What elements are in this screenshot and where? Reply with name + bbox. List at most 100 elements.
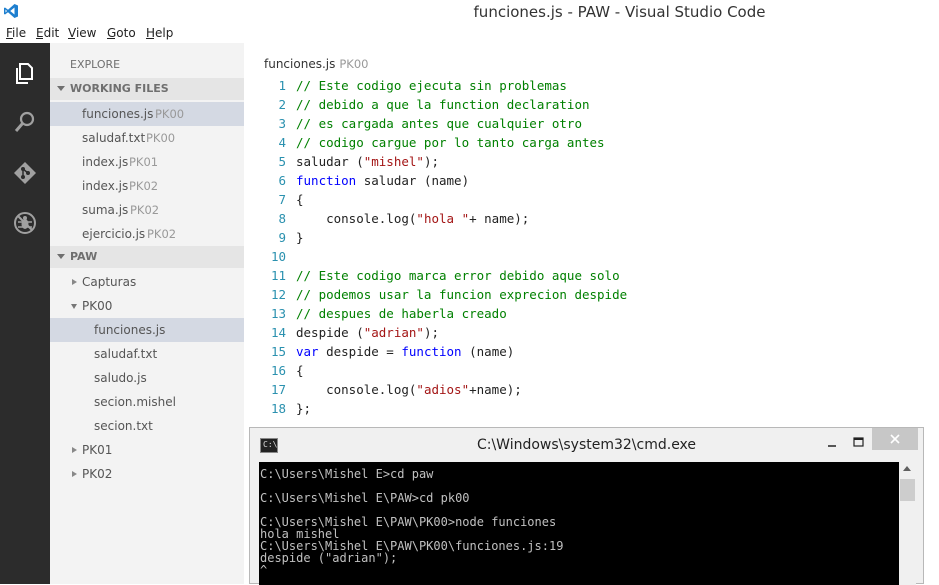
editor-file-title[interactable]: funciones.js PK00 <box>264 57 368 71</box>
line-text: function saludar (name) <box>296 173 470 188</box>
explorer-icon[interactable] <box>13 61 37 85</box>
line-text: console.log("adios"+name); <box>296 382 522 397</box>
working-file-tag: PK02 <box>130 203 160 217</box>
minimize-icon[interactable] <box>820 432 846 452</box>
maximize-icon[interactable] <box>846 432 872 452</box>
line-number: 4 <box>278 135 286 150</box>
code-line[interactable]: 2 // debido a que la function declaration <box>244 97 939 116</box>
code-line[interactable]: 17 console.log("adios"+name); <box>244 382 939 401</box>
explorer-sidebar: EXPLORE WORKING FILES funciones.js PK00 … <box>50 43 244 584</box>
code-line[interactable]: 11 // Este codigo marca error debido aque… <box>244 268 939 287</box>
file-name: secion.txt <box>94 419 153 433</box>
working-file-name: ejercicio.js <box>82 227 146 241</box>
code-line[interactable]: 13 // despues de haberla creado <box>244 306 939 325</box>
folder-name: PK00 <box>82 299 113 313</box>
line-text: // despues de haberla creado <box>296 306 507 321</box>
code-line[interactable]: 8 console.log("hola "+ name); <box>244 211 939 230</box>
working-file-name: suma.js <box>82 203 129 217</box>
close-button[interactable] <box>872 428 918 450</box>
chevron-right-icon <box>72 279 77 285</box>
cmd-window[interactable]: C:\ C:\Windows\system32\cmd.exe C:\Users… <box>249 427 924 585</box>
explore-heading: EXPLORE <box>70 58 121 71</box>
code-line[interactable]: 6 function saludar (name) <box>244 173 939 192</box>
tree-folder-pk01[interactable]: PK01 <box>50 438 244 462</box>
line-number: 18 <box>270 401 286 416</box>
tree-file-item[interactable]: saludo.js <box>50 366 244 390</box>
title-bar: funciones.js - PAW - Visual Studio Code <box>0 0 939 22</box>
debug-icon[interactable] <box>13 211 37 235</box>
project-label: PAW <box>70 250 98 263</box>
file-name: saludaf.txt <box>94 347 158 361</box>
line-number: 15 <box>270 344 286 359</box>
file-name: secion.mishel <box>94 395 176 409</box>
menu-edit-underline <box>36 38 43 39</box>
working-file-item[interactable]: funciones.js PK00 <box>50 102 244 126</box>
console-output[interactable]: C:\Users\Mishel E>cd paw C:\Users\Mishel … <box>259 462 899 585</box>
menu-bar: File Edit View Goto Help <box>0 22 939 43</box>
working-files-header[interactable]: WORKING FILES <box>50 78 244 100</box>
working-file-item[interactable]: index.js PK01 <box>50 150 244 174</box>
code-line[interactable]: 15 var despide = function (name) <box>244 344 939 363</box>
working-file-item[interactable]: ejercicio.js PK02 <box>50 222 244 246</box>
tree-folder-pk02[interactable]: PK02 <box>50 462 244 486</box>
activity-bar <box>0 43 50 584</box>
line-number: 3 <box>278 116 286 131</box>
working-file-item[interactable]: suma.js PK02 <box>50 198 244 222</box>
project-header[interactable]: PAW <box>50 246 244 268</box>
code-line[interactable]: 12 // podemos usar la funcion exprecion d… <box>244 287 939 306</box>
line-number: 9 <box>278 230 286 245</box>
working-files-label: WORKING FILES <box>70 82 169 95</box>
line-number: 1 <box>278 78 286 93</box>
line-number: 12 <box>270 287 286 302</box>
tree-file-item[interactable]: secion.txt <box>50 414 244 438</box>
line-number: 7 <box>278 192 286 207</box>
code-line[interactable]: 7{ <box>244 192 939 211</box>
line-text: // Este codigo ejecuta sin problemas <box>296 78 567 93</box>
chevron-right-icon <box>72 447 77 453</box>
working-file-tag: PK02 <box>129 179 159 193</box>
chevron-down-icon <box>71 304 77 309</box>
tree-file-item[interactable]: saludaf.txt <box>50 342 244 366</box>
code-line[interactable]: 3 // es cargada antes que cualquier otro <box>244 116 939 135</box>
working-file-item[interactable]: saludaf.txt PK00 <box>50 126 244 150</box>
line-number: 5 <box>278 154 286 169</box>
code-line[interactable]: 10 <box>244 249 939 268</box>
line-text: // debido a que la function declaration <box>296 97 590 112</box>
code-line[interactable]: 4 // codigo cargue por lo tanto carga ant… <box>244 135 939 154</box>
line-number: 2 <box>278 97 286 112</box>
line-text: var despide = function (name) <box>296 344 515 359</box>
code-line[interactable]: 1 // Este codigo ejecuta sin problemas <box>244 78 939 97</box>
file-name: funciones.js <box>94 323 166 337</box>
code-line[interactable]: 14 despide ("adrian"); <box>244 325 939 344</box>
window-title: funciones.js - PAW - Visual Studio Code <box>473 3 766 21</box>
folder-name: PK02 <box>82 467 113 481</box>
git-icon[interactable] <box>13 161 37 185</box>
folder-name: PK01 <box>82 443 113 457</box>
line-text: // Este codigo marca error debido aque s… <box>296 268 620 283</box>
working-file-name: saludaf.txt <box>82 131 146 145</box>
scroll-up-icon[interactable] <box>903 466 911 471</box>
code-line[interactable]: 9} <box>244 230 939 249</box>
chevron-right-icon <box>72 471 77 477</box>
file-name: saludo.js <box>94 371 147 385</box>
cmd-scrollbar[interactable] <box>899 462 916 585</box>
line-number: 14 <box>270 325 286 340</box>
tree-folder-pk00[interactable]: PK00 <box>50 294 244 318</box>
working-file-item[interactable]: index.js PK02 <box>50 174 244 198</box>
line-text: } <box>296 230 304 245</box>
line-text: { <box>296 192 304 207</box>
code-line[interactable]: 18}; <box>244 401 939 420</box>
line-number: 11 <box>270 268 286 283</box>
search-icon[interactable] <box>13 110 37 134</box>
code-line[interactable]: 5 saludar ("mishel"); <box>244 154 939 173</box>
line-number: 16 <box>270 363 286 378</box>
console-line: despide ("adrian"); <box>260 551 398 565</box>
line-number: 8 <box>278 211 286 226</box>
scroll-thumb[interactable] <box>900 479 915 501</box>
tree-file-item[interactable]: funciones.js <box>50 318 244 342</box>
code-line[interactable]: 16 { <box>244 363 939 382</box>
tree-file-item[interactable]: secion.mishel <box>50 390 244 414</box>
line-text: // codigo cargue por lo tanto carga ante… <box>296 135 605 150</box>
line-number: 6 <box>278 173 286 188</box>
tree-folder-capturas[interactable]: Capturas <box>50 270 244 294</box>
